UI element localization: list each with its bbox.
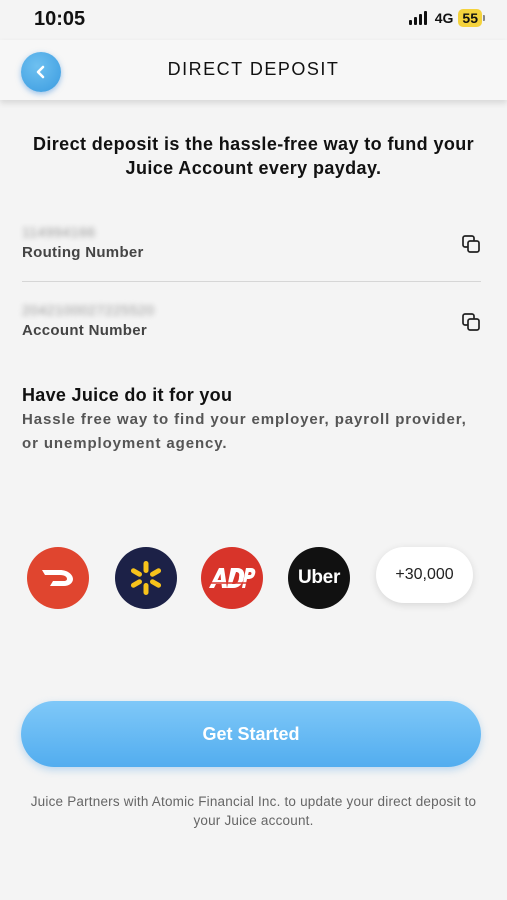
routing-number-value: 114994166 <box>22 224 96 240</box>
uber-logo-icon[interactable]: Uber <box>288 547 350 609</box>
adp-logo-icon[interactable] <box>201 547 263 609</box>
status-indicators: 4G 55 <box>408 9 485 27</box>
partner-logos: Uber +30,000 <box>27 547 477 609</box>
network-label: 4G <box>434 10 454 26</box>
disclaimer-text: Juice Partners with Atomic Financial Inc… <box>30 794 477 828</box>
adp-wordmark-icon <box>207 568 257 588</box>
battery-tip <box>483 15 485 21</box>
status-bar: 10:05 4G 55 <box>0 0 507 40</box>
header-bar: DIRECT DEPOSIT <box>0 40 507 100</box>
status-time: 10:05 <box>34 8 86 30</box>
signal-icon <box>408 11 429 25</box>
account-number-row: 204210002722552​0 Account Number <box>22 302 481 339</box>
more-partners-button[interactable]: +30,000 <box>376 547 473 603</box>
battery-icon: 55 <box>458 9 482 27</box>
section-subtitle: Hassle free way to find your employer, p… <box>22 411 467 452</box>
walmart-logo-icon[interactable] <box>115 547 177 609</box>
copy-icon[interactable] <box>461 234 481 254</box>
get-started-button[interactable]: Get Started <box>21 701 481 767</box>
account-number-value: 204210002722552​0 <box>22 302 155 318</box>
intro-text: Direct deposit is the hassle-free way to… <box>32 134 475 178</box>
routing-number-row: 114994166 Routing Number <box>22 224 481 261</box>
divider <box>22 281 481 282</box>
doordash-dash-icon <box>42 570 73 586</box>
page-title: DIRECT DEPOSIT <box>167 59 340 79</box>
doordash-logo-icon[interactable] <box>27 547 89 609</box>
section-title: Have Juice do it for you <box>22 385 233 405</box>
account-number-label: Account Number <box>22 322 148 339</box>
walmart-spark-icon <box>130 561 162 595</box>
copy-icon[interactable] <box>461 312 481 332</box>
routing-number-label: Routing Number <box>22 244 144 261</box>
